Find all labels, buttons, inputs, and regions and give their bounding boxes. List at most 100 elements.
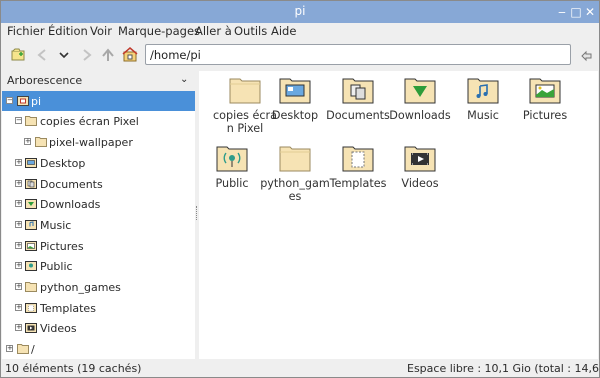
expand-toggle[interactable]: +: [6, 345, 13, 352]
tree-item-pi[interactable]: − pi: [2, 91, 195, 111]
music-folder-icon: [25, 220, 37, 230]
side-pane-mode-selector[interactable]: Arborescence ⌄: [2, 71, 195, 91]
file-item-label: Public: [215, 177, 249, 190]
tree-item-root[interactable]: + /: [2, 339, 195, 359]
history-dropdown-icon[interactable]: [56, 47, 72, 63]
free-space: Espace libre : 10,1 Gio (total : 14,6 Gi…: [407, 362, 600, 375]
collapse-toggle[interactable]: −: [15, 117, 22, 124]
expand-toggle[interactable]: +: [15, 221, 22, 228]
close-button[interactable]: ✕: [582, 4, 598, 20]
tree-item-public[interactable]: + Public: [2, 256, 195, 276]
tree-item-label: Videos: [40, 322, 77, 335]
tree-item-copies-ecran-pixel[interactable]: − copies écran Pixel: [2, 111, 195, 131]
up-icon[interactable]: [100, 47, 116, 63]
expand-toggle[interactable]: +: [15, 242, 22, 249]
tree-item-label: Downloads: [40, 198, 101, 211]
pictures-folder-icon: [529, 78, 561, 104]
tree-item-music[interactable]: + Music: [2, 215, 195, 235]
tree-item-label: Pictures: [40, 240, 84, 253]
menu-file[interactable]: Fichier: [7, 24, 45, 38]
home-folder-icon: [17, 96, 29, 106]
tree-item-label: python_games: [40, 281, 121, 294]
downloads-folder-icon: [25, 199, 37, 209]
file-item-label: Templates: [329, 177, 387, 190]
public-folder-icon: [216, 146, 248, 172]
tree-item-label: /: [31, 343, 35, 356]
tree-item-label: copies écran Pixel: [40, 115, 139, 128]
status-bar: 10 éléments (19 cachés) Espace libre : 1…: [1, 359, 600, 377]
tree-item-pixel-wallpaper[interactable]: + pixel-wallpaper: [2, 132, 195, 152]
file-item-label: Pictures: [522, 109, 568, 122]
videos-folder-icon: [404, 146, 436, 172]
tree-item-label: Public: [40, 260, 73, 273]
menu-bookmarks[interactable]: Marque-pages: [118, 24, 200, 38]
new-window-icon[interactable]: [10, 47, 26, 63]
chevron-down-icon[interactable]: ⌄: [180, 74, 188, 85]
folder-icon: [25, 116, 37, 126]
menu-help[interactable]: Aide: [271, 24, 296, 38]
menu-go[interactable]: Aller à: [195, 24, 232, 38]
item-count: 10 éléments (19 cachés): [5, 362, 142, 375]
title-bar[interactable]: pi ‒ □ ✕: [1, 1, 599, 23]
location-input[interactable]: /home/pi: [145, 44, 571, 65]
back-icon[interactable]: [34, 47, 50, 63]
desktop-folder-icon: [279, 78, 311, 104]
public-folder-icon: [25, 261, 37, 271]
window-title: pi: [294, 4, 306, 18]
side-pane-title: Arborescence: [7, 74, 83, 87]
expand-toggle[interactable]: +: [24, 138, 31, 145]
tree-item-documents[interactable]: + Documents: [2, 174, 195, 194]
menu-bar: Fichier Édition Voir Marque-pages Aller …: [1, 23, 599, 41]
expand-toggle[interactable]: +: [15, 262, 22, 269]
folder-icon: [279, 146, 311, 172]
tree-item-label: Templates: [40, 302, 96, 315]
expand-toggle[interactable]: +: [15, 324, 22, 331]
file-manager-window: pi ‒ □ ✕ Fichier Édition Voir Marque-pag…: [0, 0, 600, 378]
tree-item-label: Desktop: [40, 157, 86, 170]
tree-item-label: pi: [31, 95, 42, 108]
folder-view: copies écran Pixel Desktop Documents Dow…: [199, 71, 598, 359]
music-folder-icon: [467, 78, 499, 104]
tree-item-desktop[interactable]: + Desktop: [2, 153, 195, 173]
file-item-label: Music: [467, 109, 499, 122]
file-item-label: Downloads: [389, 109, 451, 122]
tree-item-videos[interactable]: + Videos: [2, 318, 195, 338]
menu-tools[interactable]: Outils: [234, 24, 267, 38]
tree-item-downloads[interactable]: + Downloads: [2, 194, 195, 214]
pictures-folder-icon: [25, 241, 37, 251]
videos-folder-icon: [25, 323, 37, 333]
folder-icon: [229, 78, 261, 104]
expand-toggle[interactable]: +: [15, 200, 22, 207]
documents-folder-icon: [342, 78, 374, 104]
folder-icon: [35, 137, 47, 147]
tree-item-templates[interactable]: + Templates: [2, 298, 195, 318]
tree-item-label: Documents: [40, 178, 103, 191]
folder-icon: [25, 282, 37, 292]
toolbar: /home/pi: [1, 41, 599, 69]
expand-toggle[interactable]: +: [15, 283, 22, 290]
file-item-label: Documents: [326, 109, 390, 122]
collapse-toggle[interactable]: −: [6, 97, 13, 104]
directory-tree: − pi − copies écran Pixel + pixel-wallpa…: [2, 91, 195, 359]
tree-item-label: pixel-wallpaper: [49, 136, 133, 149]
downloads-folder-icon: [404, 78, 436, 104]
tree-item-pictures[interactable]: + Pictures: [2, 236, 195, 256]
file-item-label: Desktop: [271, 109, 319, 122]
home-icon[interactable]: [122, 47, 138, 63]
expand-toggle[interactable]: +: [15, 304, 22, 311]
documents-folder-icon: [25, 179, 37, 189]
folder-icon: [17, 344, 29, 354]
tree-item-python-games[interactable]: + python_games: [2, 277, 195, 297]
desktop-folder-icon: [25, 158, 37, 168]
menu-edit[interactable]: Édition: [48, 24, 88, 38]
forward-icon[interactable]: [79, 47, 95, 63]
go-icon[interactable]: [579, 47, 595, 63]
file-item-label: python_games: [260, 177, 330, 203]
menu-view[interactable]: Voir: [90, 24, 112, 38]
expand-toggle[interactable]: +: [15, 180, 22, 187]
splitter-grip[interactable]: [196, 206, 198, 220]
expand-toggle[interactable]: +: [15, 159, 22, 166]
file-item-label: Videos: [401, 177, 439, 190]
tree-item-label: Music: [40, 219, 72, 232]
templates-folder-icon: [342, 146, 374, 172]
